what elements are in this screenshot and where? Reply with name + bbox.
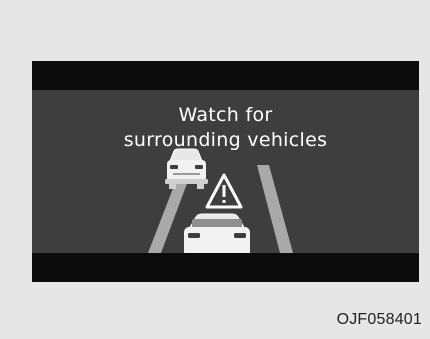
warning-message: Watch for surrounding vehicles <box>32 103 419 153</box>
warning-triangle-icon <box>205 173 243 209</box>
cluster-display: Watch for surrounding vehicles <box>32 61 419 282</box>
own-vehicle-car-icon <box>184 213 250 257</box>
warning-message-line-1: Watch for <box>178 104 273 126</box>
display-bottom-bar <box>32 253 419 282</box>
lane-scene <box>148 148 293 257</box>
lane-line-right <box>257 165 293 253</box>
warning-message-line-2: surrounding vehicles <box>123 129 328 151</box>
side-vehicle-car-icon <box>165 148 208 189</box>
figure-code: OJF058401 <box>336 311 422 328</box>
